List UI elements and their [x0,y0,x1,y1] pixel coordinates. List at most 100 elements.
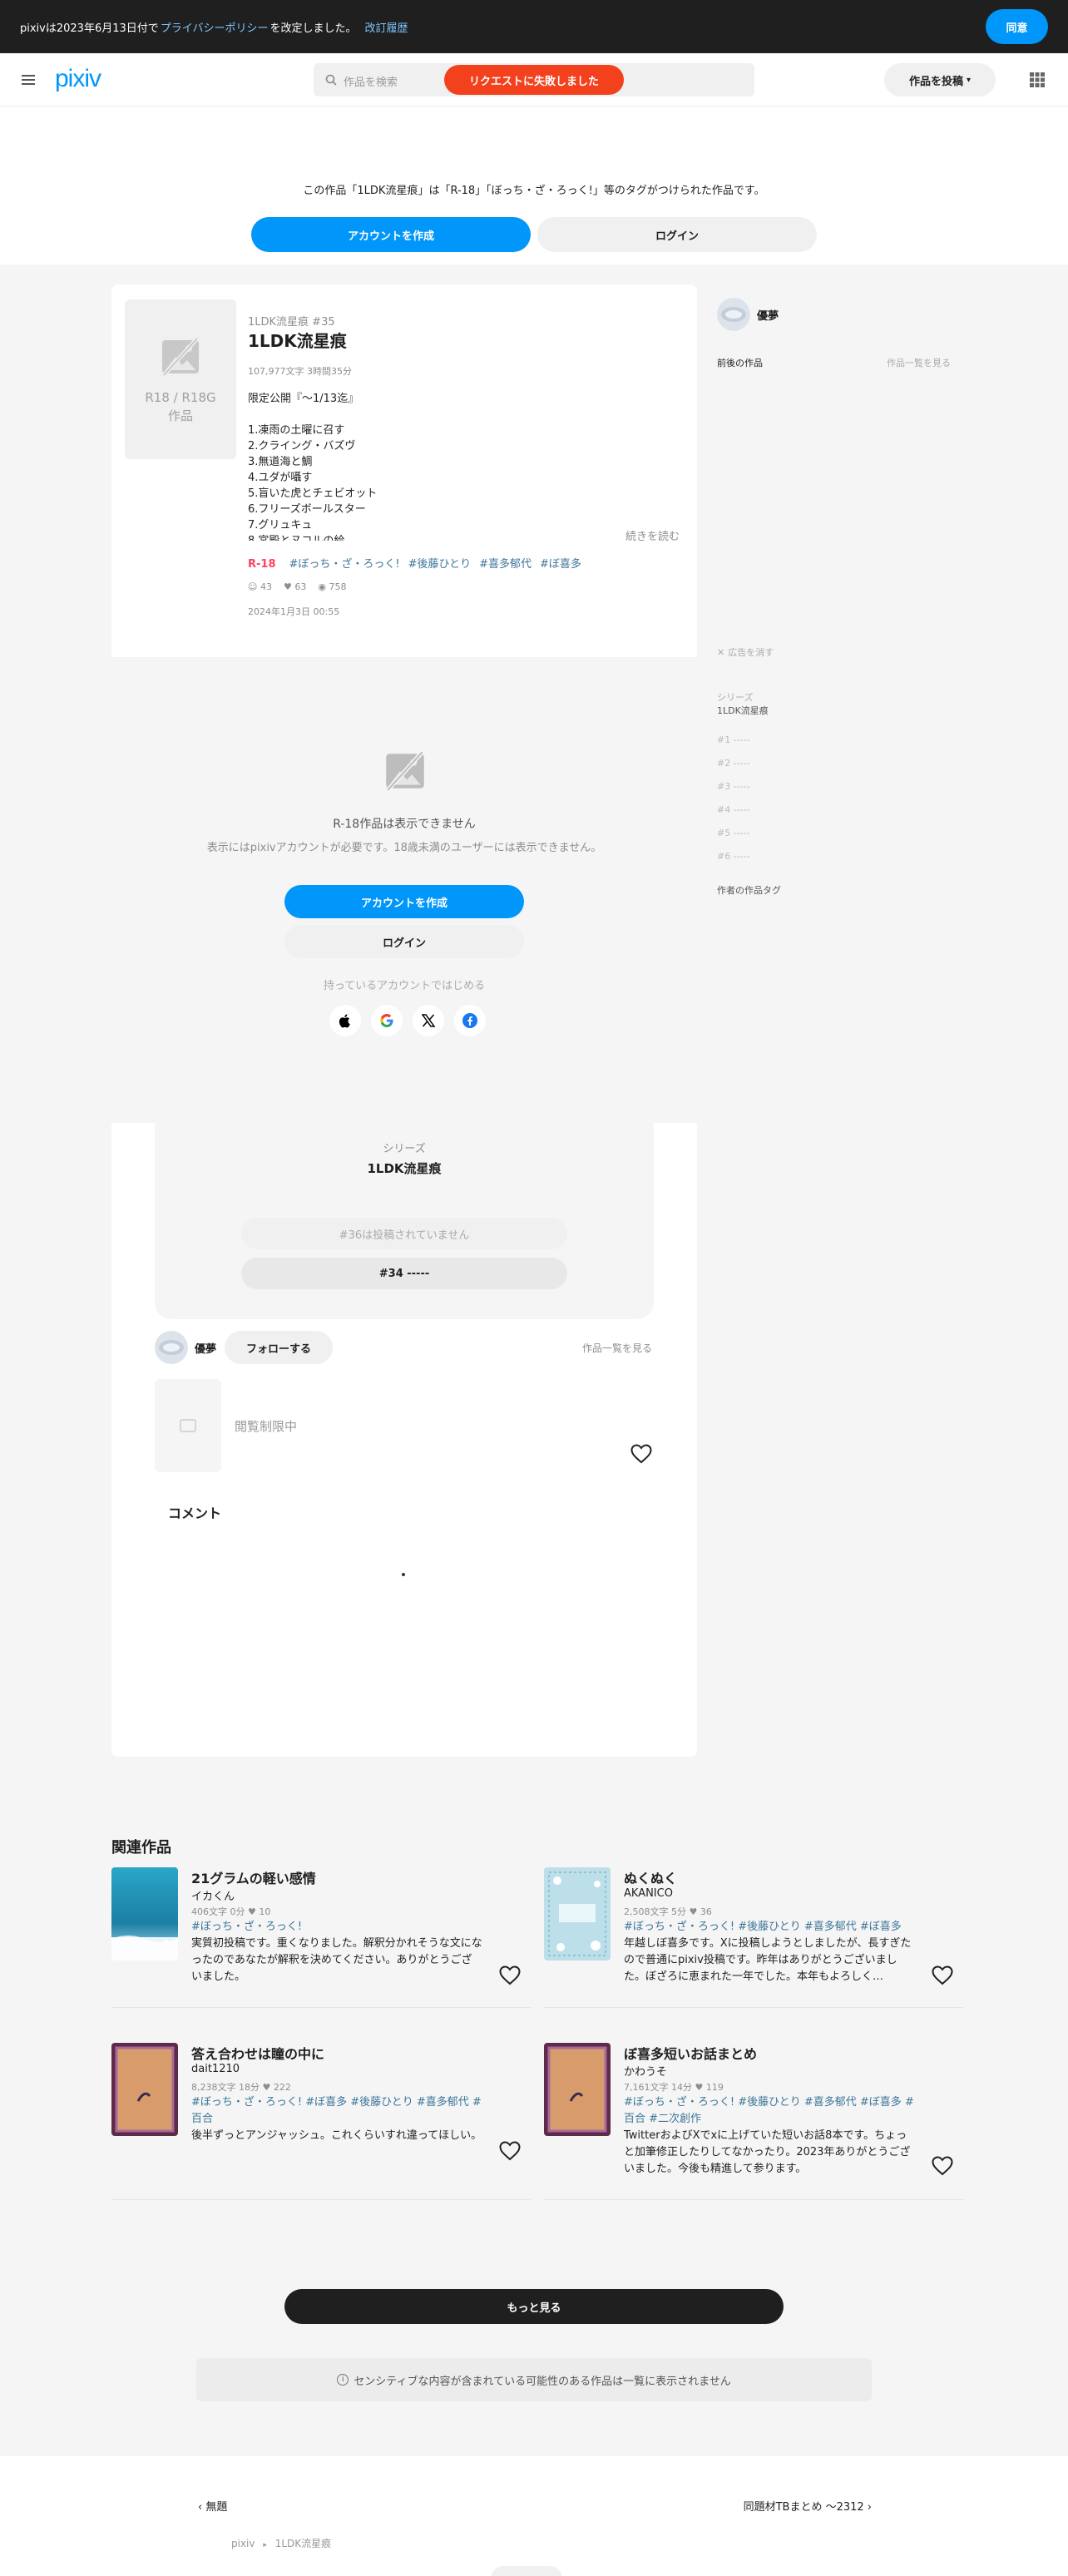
related-author[interactable]: dait1210 [191,2063,240,2075]
agree-button[interactable]: 同意 [986,9,1048,44]
related-title[interactable]: 21グラムの軽い感情 [191,1867,316,1887]
sidebar-series-item[interactable]: #1 ----- [717,729,750,752]
tag-r18[interactable]: R-18 [248,558,276,571]
related-cover[interactable] [544,2043,611,2136]
series-label: シリーズ [383,1143,426,1155]
login-prompt: この作品「1LDK流星痕」は「R-18」「ぼっち・ざ・ろっく!」等のタグがつけら… [0,106,1068,265]
r18-blocked-panel: R-18作品は表示できません 表示にはpixivアカウントが必要です。18歳未満… [111,657,697,1123]
bookmark-heart-icon[interactable] [932,1965,953,1985]
related-item[interactable]: ぬくぬく AKANICO 2,508文字 5分 ♥ 36 #ぼっち・ざ・ろっく!… [544,1867,963,2009]
restricted-thumb[interactable] [155,1379,221,1472]
related-cover[interactable] [544,1867,611,1960]
sidebar-series-item[interactable]: #4 ----- [717,799,750,822]
login-button[interactable]: ログイン [537,217,817,252]
related-tags[interactable]: #ぼっち・ざ・ろっく! #後藤ひとり #喜多郁代 #ぼ喜多 [624,1919,915,1936]
related-tags[interactable]: #ぼっち・ざ・ろっく! #ぼ喜多 #後藤ひとり #喜多郁代 #百合 [191,2094,482,2128]
scroll-top-tab[interactable] [491,2566,562,2576]
related-cover[interactable] [111,2043,178,2136]
work-stats: ☺ 43 ♥ 63 ◉ 758 [248,581,346,592]
prev-work-link[interactable]: ‹ 無題 [198,2498,227,2514]
caption-line: 6.フリーズボールスター [248,503,366,516]
related-author[interactable]: イカくん [191,1887,235,1903]
menu-icon[interactable] [20,72,37,88]
related-title[interactable]: 答え合わせは瞳の中に [191,2043,324,2063]
bookmark-stat: ♥ 63 [284,581,306,592]
caption-line: 5.盲いた虎とチェビオット [248,487,378,500]
related-title[interactable]: ぬくぬく [624,1867,677,1887]
hide-ads-link[interactable]: ✕ 広告を消す [717,645,774,659]
follow-button[interactable]: フォローする [225,1331,333,1364]
google-icon[interactable] [371,1005,403,1036]
header: pixiv 作品を検索 リクエストに失敗しました 作品を投稿 ▾ [0,53,1068,106]
related-item[interactable]: 21グラムの軽い感情 イカくん 406文字 0分 ♥ 10 #ぼっち・ざ・ろっく… [111,1867,531,2009]
post-date: 2024年1月3日 00:55 [248,606,340,617]
tag[interactable]: #ぼっち・ざ・ろっく! [289,558,400,571]
see-all-works-link[interactable]: 作品一覧を見る [582,1341,652,1355]
related-tags[interactable]: #ぼっち・ざ・ろっく! [191,1919,482,1936]
breadcrumb-root[interactable]: pixiv [231,2538,255,2549]
bookmark-heart-icon[interactable] [932,2156,953,2176]
caption-line: 限定公開『〜1/13迄』 [248,393,359,405]
bookmark-heart-icon[interactable] [499,1965,521,1985]
facebook-icon[interactable] [454,1005,486,1036]
apple-icon[interactable] [329,1005,361,1036]
search-icon [325,74,337,86]
read-more-link[interactable]: 続きを読む [625,527,680,543]
create-account-button[interactable]: アカウントを作成 [284,885,524,918]
related-tags[interactable]: #ぼっち・ざ・ろっく! #後藤ひとり #喜多郁代 #ぼ喜多 #百合 #二次創作 [624,2094,915,2128]
login-button[interactable]: ログイン [284,925,524,958]
author-name[interactable]: 優夢 [195,1340,216,1356]
related-desc: 後半ずっとアンジャッシュ。これくらいすれ違ってほしい。 [191,2129,482,2142]
sidebar-series-item[interactable]: #6 ----- [717,845,750,868]
see-more-button[interactable]: もっと見る [284,2289,784,2324]
sidebar-series-item[interactable]: #2 ----- [717,752,750,775]
sidebar-series-item[interactable]: #3 ----- [717,775,750,799]
next-work-title: 同題材TBまとめ 〜2312 [743,2501,864,2514]
bookmark-heart-icon[interactable] [499,2141,521,2161]
chevron-right-icon: › [863,2501,872,2514]
prev-episode-button[interactable]: #34 ----- [241,1258,567,1289]
create-account-button[interactable]: アカウントを作成 [251,217,531,252]
avatar[interactable] [717,298,750,331]
post-work-button[interactable]: 作品を投稿 ▾ [884,63,996,96]
sensitive-notice: i センシティブな内容が含まれている可能性のある作品は一覧に表示されません [196,2358,872,2401]
bookmark-heart-icon[interactable] [630,1444,652,1464]
apps-grid-icon[interactable] [1029,72,1046,88]
sidebar-author-name[interactable]: 優夢 [757,307,779,323]
related-stats: 8,238文字 18分 ♥ 222 [191,2082,291,2093]
related-author[interactable]: かわうそ [624,2063,667,2079]
next-work-link[interactable]: 同題材TBまとめ 〜2312 › [744,2498,872,2514]
sidebar-series-item[interactable]: #5 ----- [717,822,750,845]
chevron-left-icon: ‹ [198,2501,206,2514]
tag[interactable]: #喜多郁代 [479,558,532,571]
next-episode-disabled: #36は投稿されていません [241,1218,567,1249]
sidebar-see-all-link[interactable]: 作品一覧を見る [887,356,951,369]
series-line[interactable]: 1LDK流星痕 #35 [248,313,335,329]
x-icon[interactable] [413,1005,444,1036]
caption-line: 7.グリュキュ [248,519,313,532]
related-item[interactable]: ぼ喜多短いお話まとめ かわうそ 7,161文字 14分 ♥ 119 #ぼっち・ざ… [544,2043,963,2201]
related-author[interactable]: AKANICO [624,1887,673,1900]
tag[interactable]: #ぼ喜多 [540,558,581,571]
revision-history-link[interactable]: 改訂履歴 [365,19,408,35]
related-cover[interactable] [111,1867,178,1960]
comments-heading: コメント [168,1506,222,1521]
privacy-policy-link[interactable]: プライバシーポリシー [161,19,269,35]
chevron-down-icon: ▾ [966,75,972,85]
related-title[interactable]: ぼ喜多短いお話まとめ [624,2043,757,2063]
related-stats: 7,161文字 14分 ♥ 119 [624,2082,724,2093]
pixiv-logo[interactable]: pixiv [55,65,101,93]
related-item[interactable]: 答え合わせは瞳の中に dait1210 8,238文字 18分 ♥ 222 #ぼ… [111,2043,531,2201]
caption-line: 1.凍雨の土曜に召す [248,424,345,437]
sidebar-series-title[interactable]: 1LDK流星痕 [717,704,769,717]
breadcrumb-current[interactable]: 1LDK流星痕 [275,2538,331,2549]
thumb-label: R18 / R18G [145,390,216,405]
close-icon: ✕ [717,646,725,658]
related-stats: 406文字 0分 ♥ 10 [191,1906,271,1917]
series-title[interactable]: 1LDK流星痕 [155,1159,654,1177]
caption-line [248,407,622,423]
social-login-label: 持っているアカウントではじめる [323,980,486,992]
tag[interactable]: #後藤ひとり [408,558,472,571]
privacy-text: pixivは2023年6月13日付で [20,22,159,35]
avatar[interactable] [155,1331,188,1364]
